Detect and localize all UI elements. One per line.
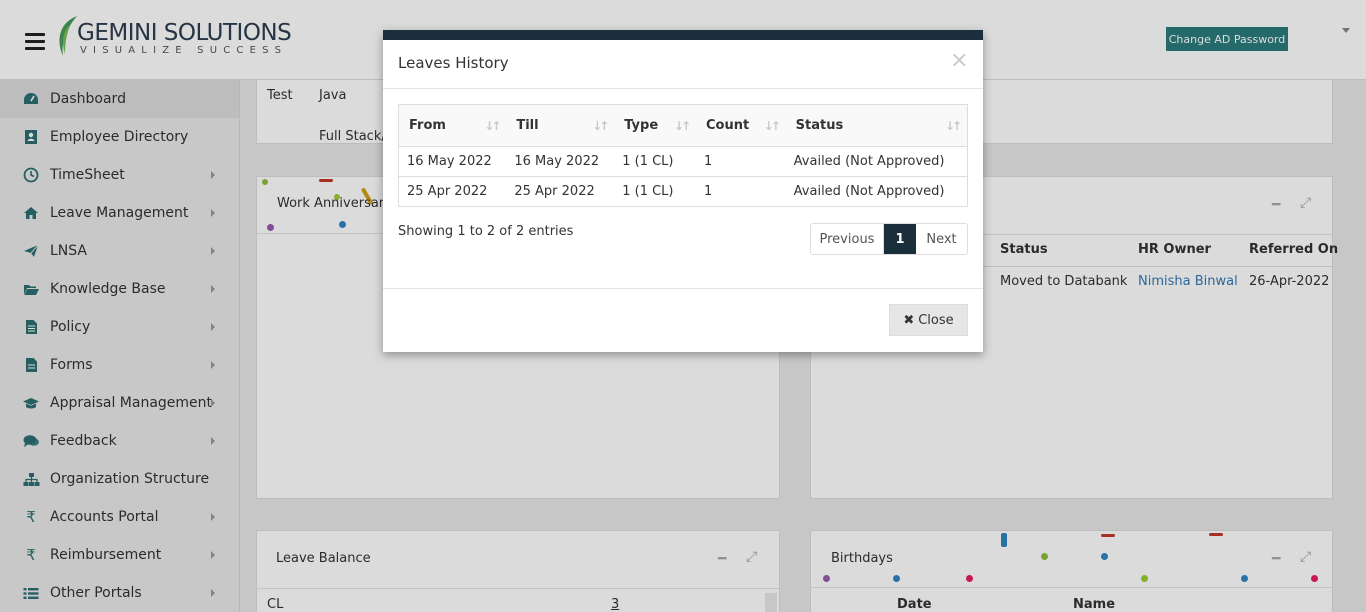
cell-from: 16 May 2022 [398,146,507,177]
page-1-button[interactable]: 1 [884,224,916,254]
close-button-label: Close [918,312,954,328]
leaves-history-table: From ↓↑ Till ↓↑ Type ↓↑ Count ↓↑ Status ↓↑ 16… [398,104,968,207]
close-icon[interactable]: × [950,50,968,72]
cell-till: 16 May 2022 [506,146,615,177]
column-header-from[interactable]: From ↓↑ [398,104,507,147]
cell-from: 25 Apr 2022 [398,176,507,207]
sort-icon: ↓↑ [763,119,781,133]
sort-icon: ↓↑ [484,119,501,133]
cell-count: 1 [696,176,786,207]
close-x-icon: ✖ [903,312,915,328]
column-header-status[interactable]: Status ↓↑ [785,104,968,147]
table-row: 16 May 2022 16 May 2022 1 (1 CL) 1 Avail… [398,146,968,177]
column-header-label: Till [516,118,539,133]
column-header-till[interactable]: Till ↓↑ [506,104,615,147]
cell-type: 1 (1 CL) [614,146,697,177]
sort-icon: ↓↑ [945,119,962,133]
entries-info: Showing 1 to 2 of 2 entries [398,224,574,239]
cell-till: 25 Apr 2022 [506,176,615,207]
column-header-label: From [409,118,446,133]
modal-title: Leaves History [398,54,509,72]
next-page-button[interactable]: Next [916,224,967,254]
column-header-label: Count [706,118,750,133]
column-header-count[interactable]: Count ↓↑ [696,104,786,147]
column-header-label: Status [795,118,844,133]
table-row: 25 Apr 2022 25 Apr 2022 1 (1 CL) 1 Avail… [398,176,968,207]
cell-status: Availed (Not Approved) [785,146,968,177]
sort-icon: ↓↑ [674,119,691,133]
pagination: Previous 1 Next [810,223,968,255]
column-header-type[interactable]: Type ↓↑ [614,104,697,147]
cell-count: 1 [696,146,786,177]
sort-icon: ↓↑ [592,119,609,133]
divider [383,288,983,289]
previous-page-button[interactable]: Previous [811,224,884,254]
cell-type: 1 (1 CL) [614,176,697,207]
close-button[interactable]: ✖ Close [889,304,968,336]
leaves-history-modal: Leaves History × From ↓↑ Till ↓↑ Type ↓↑ Co… [383,30,983,352]
modal-accent-bar [383,30,983,40]
divider [383,88,983,89]
column-header-label: Type [624,118,659,133]
table-header-row: From ↓↑ Till ↓↑ Type ↓↑ Count ↓↑ Status ↓↑ [398,104,968,147]
cell-status: Availed (Not Approved) [785,176,968,207]
